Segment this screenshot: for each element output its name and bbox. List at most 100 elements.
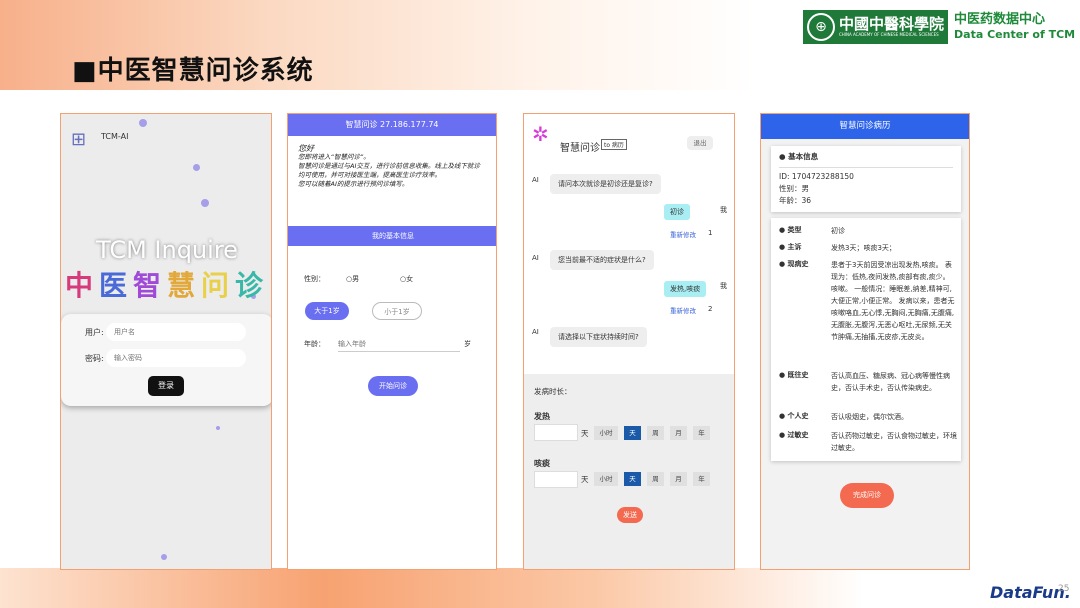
login-card: 用户: 密码: 登录: [61, 314, 271, 406]
bottom-decoration-band: [0, 568, 1080, 608]
female-label: 女: [406, 275, 414, 283]
greeting: 您好: [298, 144, 314, 153]
login-button[interactable]: 登录: [148, 376, 184, 396]
title-char: 智: [132, 269, 167, 302]
ai-label: AI: [532, 254, 539, 262]
record-value: 初诊: [831, 227, 845, 235]
seal-icon: ⊕: [807, 13, 835, 41]
record-key: ● 过敏史: [779, 431, 809, 439]
logo-box: ⊕ 中國中醫科學院 CHINA ACADEMY OF CHINESE MEDIC…: [803, 10, 949, 44]
data-center-en: Data Center of TCM: [954, 28, 1076, 41]
ai-question-bubble: 请选择以下症状持续时间?: [550, 327, 647, 347]
age-label: 年龄：: [304, 340, 325, 348]
record-key: ● 既往史: [779, 371, 809, 379]
answer-index: 2: [708, 305, 713, 313]
password-input[interactable]: [106, 349, 246, 367]
decor-dot: [193, 164, 200, 171]
me-label: 我: [720, 282, 727, 290]
login-screen: ⊞ TCM-AI TCM Inquire 中医智慧问诊 用户: 密码: 登录: [60, 113, 272, 570]
complete-consultation-button[interactable]: 完成问诊: [840, 483, 894, 508]
duration-input[interactable]: [534, 424, 578, 441]
ai-question-bubble: 请问本次就诊是初诊还是复诊?: [550, 174, 661, 194]
send-button[interactable]: 发送: [617, 507, 643, 523]
duration-unit: 天: [581, 429, 589, 438]
basic-info-card: ● 基本信息 ID: 1704723288150 性别：男 年龄：36: [771, 146, 961, 212]
duration-unit: 天: [581, 475, 589, 484]
intro-line: 您即将进入“智慧问诊”。: [298, 153, 370, 161]
start-consultation-button[interactable]: 开始问诊: [368, 376, 418, 396]
unit-month-button[interactable]: 月: [670, 472, 687, 486]
gender-label: 性别：: [304, 275, 325, 283]
unit-day-button[interactable]: 天: [624, 472, 641, 486]
unit-week-button[interactable]: 周: [647, 426, 664, 440]
intro-line: 智慧问诊是通过与AI交互，进行诊前信息收集。线上及线下就诊均可使用，并可对接医生…: [298, 162, 480, 179]
password-label: 密码:: [85, 354, 104, 363]
symptom-label: 咳痰: [534, 459, 550, 468]
male-radio[interactable]: ○男: [346, 274, 359, 284]
ai-question-bubble: 您当前最不适的症状是什么?: [550, 250, 654, 270]
unit-day-button[interactable]: 天: [624, 426, 641, 440]
title-char: 问: [201, 269, 236, 302]
male-label: 男: [352, 275, 360, 283]
record-header: 智慧问诊病历: [761, 114, 969, 139]
title-char: 慧: [167, 269, 202, 302]
logo-cn-name: 中國中醫科學院: [839, 15, 945, 33]
duration-input[interactable]: [534, 471, 578, 488]
unit-hour-button[interactable]: 小时: [594, 426, 618, 440]
age-over-one-button[interactable]: 大于1岁: [305, 302, 349, 320]
app-name: 智慧问诊: [560, 143, 600, 154]
intro-header: 智慧问诊 27.186.177.74: [288, 114, 496, 136]
patient-sex: 性别：男: [779, 184, 809, 193]
age-input[interactable]: [338, 336, 460, 352]
intro-text: 您好 您即将进入“智慧问诊”。 智慧问诊是通过与AI交互，进行诊前信息收集。线上…: [288, 136, 496, 197]
user-answer-bubble: 初诊: [664, 204, 690, 220]
basic-info-section: 我的基本信息: [288, 226, 496, 246]
decor-dot: [139, 119, 147, 127]
re-edit-link[interactable]: 重新修改: [670, 229, 696, 239]
app-grid-icon: ⊞: [71, 129, 87, 150]
record-value: 发热3天；咳痰3天；: [831, 244, 896, 252]
record-screen: 智慧问诊病历 ● 基本信息 ID: 1704723288150 性别：男 年龄：…: [760, 113, 970, 570]
unit-year-button[interactable]: 年: [693, 472, 710, 486]
record-details-card: ● 类型 初诊 ● 主诉 发热3天；咳痰3天； ● 现病史 患者于3天前因受凉出…: [771, 218, 961, 461]
record-value: 患者于3天前因受凉出现发热,咳痰。 表现为：低热,夜间发热,痰部有痰,痰少。 咳…: [831, 261, 955, 341]
unit-hour-button[interactable]: 小时: [594, 472, 618, 486]
title-chinese: 中医智慧问诊: [61, 264, 271, 304]
re-edit-link[interactable]: 重新修改: [670, 305, 696, 315]
brand-label: TCM-AI: [101, 132, 129, 141]
ai-label: AI: [532, 328, 539, 336]
unit-month-button[interactable]: 月: [670, 426, 687, 440]
data-center-cn: 中医药数据中心: [954, 12, 1046, 27]
duration-question: 发病时长：: [534, 387, 572, 396]
record-tag[interactable]: to 病历: [601, 139, 627, 150]
intro-line: 您可以随着AI的提示进行预问诊填写。: [298, 180, 409, 188]
decor-dot: [161, 554, 167, 560]
institution-logo: ⊕ 中國中醫科學院 CHINA ACADEMY OF CHINESE MEDIC…: [803, 10, 1075, 44]
exit-button[interactable]: 退出: [687, 136, 713, 150]
age-unit: 岁: [464, 340, 471, 348]
symptom-label: 发热: [534, 412, 550, 421]
unit-year-button[interactable]: 年: [693, 426, 710, 440]
user-answer-bubble: 发热,咳痰: [664, 281, 707, 297]
title-english: TCM Inquire: [96, 236, 238, 264]
basic-info-title: ● 基本信息: [779, 152, 819, 161]
record-value: 否认吸烟史，偶尔饮酒。: [831, 413, 908, 421]
username-input[interactable]: [106, 323, 246, 341]
female-radio[interactable]: ○女: [400, 274, 413, 284]
me-label: 我: [720, 206, 727, 214]
chat-screen: ✲ 智慧问诊 to 病历 退出 AI 请问本次就诊是初诊还是复诊? 初诊 我 重…: [523, 113, 735, 570]
age-under-one-button[interactable]: 小于1岁: [372, 302, 422, 320]
decor-dot: [216, 426, 220, 430]
ai-label: AI: [532, 176, 539, 184]
title-char: 中: [64, 269, 99, 302]
page-number: 25: [1058, 584, 1070, 594]
record-key: ● 类型: [779, 226, 802, 234]
patient-id: ID: 1704723288150: [779, 172, 854, 181]
data-center-label: 中医药数据中心 Data Center of TCM: [954, 12, 1075, 42]
title-char: 诊: [235, 269, 270, 302]
logo-en-name: CHINA ACADEMY OF CHINESE MEDICAL SCIENCE…: [839, 32, 939, 37]
unit-week-button[interactable]: 周: [647, 472, 664, 486]
app-logo-icon: ✲: [532, 122, 549, 146]
answer-index: 1: [708, 229, 713, 237]
record-key: ● 现病史: [779, 260, 809, 268]
